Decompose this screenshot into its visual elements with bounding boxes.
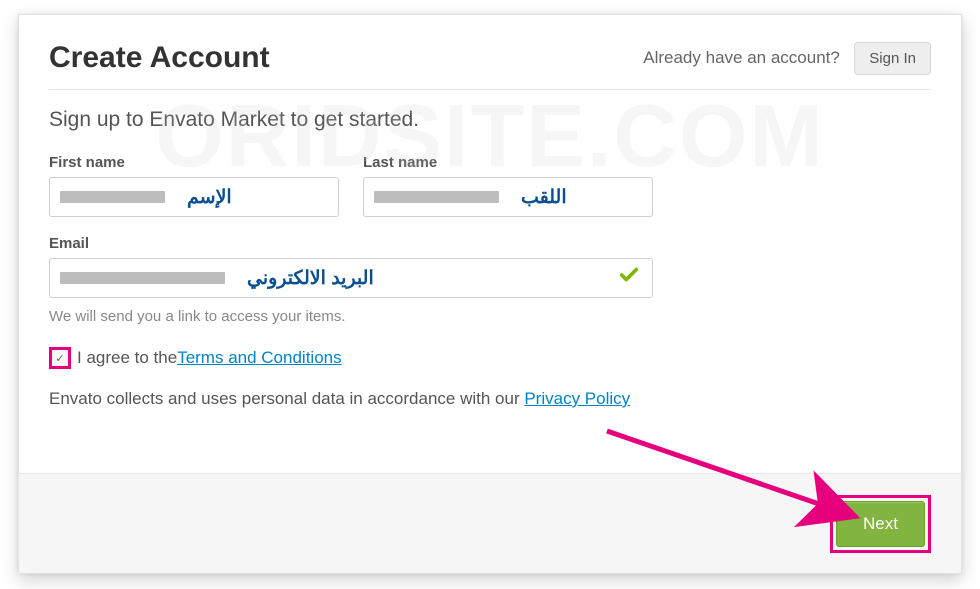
check-icon: ✓ (54, 352, 66, 364)
last-name-annotation: اللقب (521, 186, 567, 209)
first-name-label: First name (49, 154, 339, 171)
name-row: First name الإسم Last name اللقب (19, 154, 961, 235)
next-button[interactable]: Next (836, 501, 925, 547)
email-row: Email البريد الالكتروني (19, 235, 961, 316)
terms-link[interactable]: Terms and Conditions (177, 348, 341, 368)
last-name-label: Last name (363, 154, 653, 171)
agree-checkbox[interactable]: ✓ (49, 347, 71, 369)
checkmark-icon (618, 264, 640, 292)
privacy-row: Envato collects and uses personal data i… (19, 389, 961, 431)
email-group: Email البريد الالكتروني (49, 235, 653, 298)
last-name-input[interactable]: اللقب (363, 177, 653, 217)
email-hint-text: We will send you a link to access your i… (19, 308, 961, 347)
subtitle-text: Sign up to Envato Market to get started. (19, 104, 961, 154)
card-header: Create Account Already have an account? … (19, 15, 961, 89)
last-name-group: Last name اللقب (363, 154, 653, 217)
first-name-group: First name الإسم (49, 154, 339, 217)
redacted-value (374, 191, 499, 203)
header-divider (49, 89, 931, 90)
email-input[interactable]: البريد الالكتروني (49, 258, 653, 298)
email-label: Email (49, 235, 653, 252)
next-highlight-box: Next (830, 495, 931, 553)
first-name-annotation: الإسم (187, 186, 232, 209)
privacy-policy-link[interactable]: Privacy Policy (524, 389, 630, 408)
first-name-input[interactable]: الإسم (49, 177, 339, 217)
agree-row: ✓ I agree to the Terms and Conditions (19, 347, 961, 389)
redacted-value (60, 272, 225, 284)
sign-in-button[interactable]: Sign In (854, 42, 931, 75)
privacy-prefix: Envato collects and uses personal data i… (49, 389, 524, 408)
card-footer: Next (19, 473, 961, 573)
redacted-value (60, 191, 165, 203)
page-title: Create Account (49, 41, 270, 75)
already-have-account-text: Already have an account? (643, 48, 840, 67)
agree-prefix: I agree to the (77, 348, 177, 368)
header-right: Already have an account? Sign In (643, 42, 931, 75)
signup-card: ORIDSITE.COM Create Account Already have… (18, 14, 962, 574)
email-annotation: البريد الالكتروني (247, 267, 374, 290)
